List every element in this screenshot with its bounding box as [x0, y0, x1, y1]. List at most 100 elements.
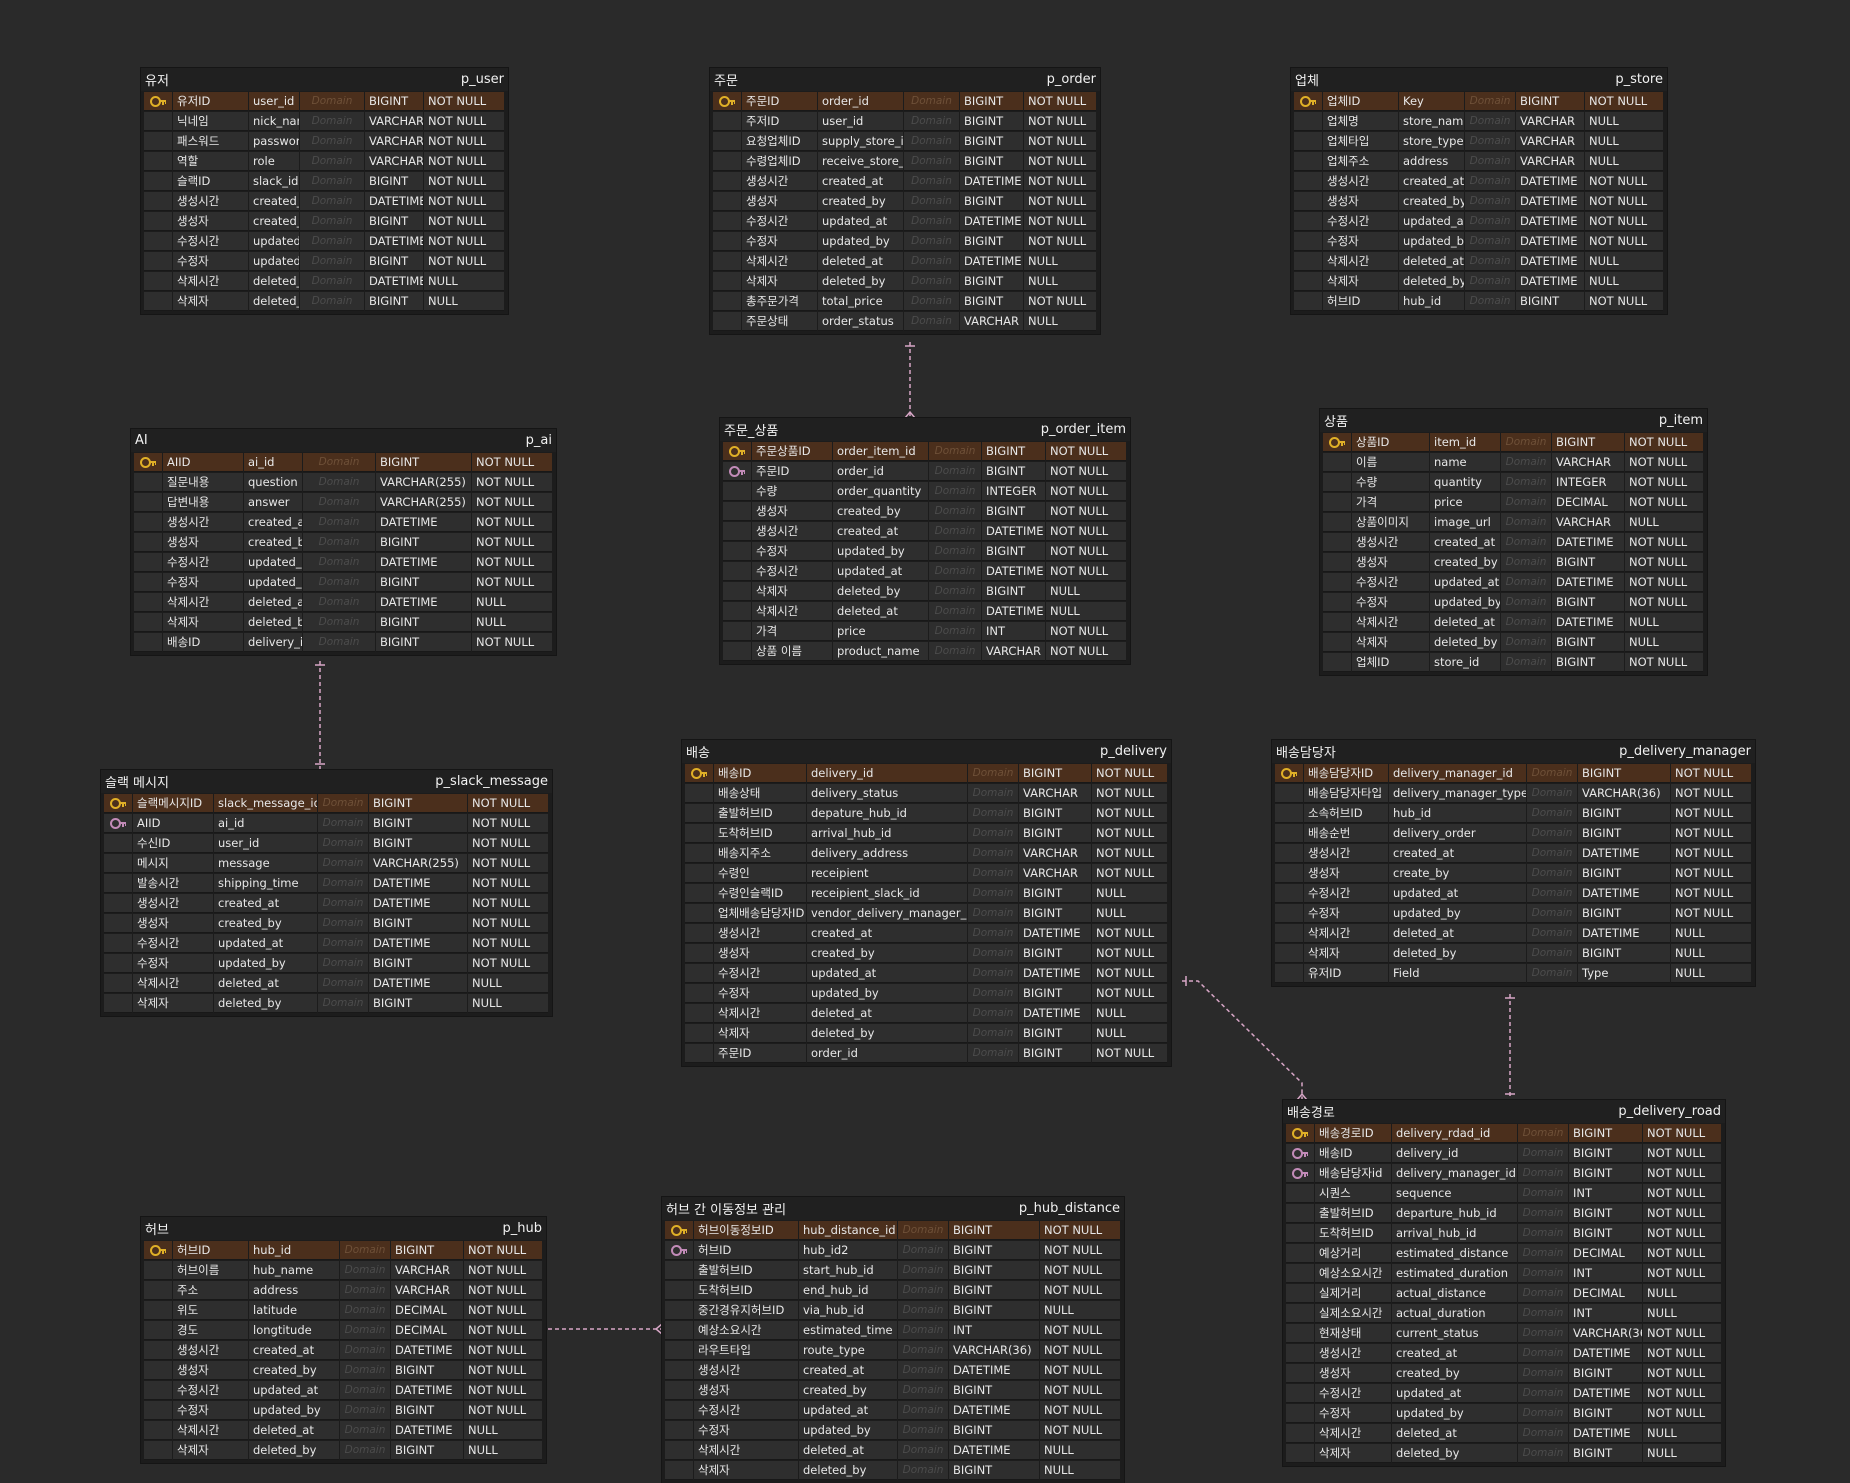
attribute-row[interactable]: 생성자created_byDomainBIGINTNOT NULL — [144, 1360, 543, 1380]
entity-p-store[interactable]: 업체 p_store 업체ID Key Domain BIGINT NOT NULL 업체명 s… — [1291, 68, 1667, 314]
attribute-row[interactable]: 주문ID order_id Domain BIGINT NOT NULL — [685, 1043, 1168, 1063]
attribute-row[interactable]: 생성시간created_atDomainDATETIMENOT NULL — [713, 171, 1097, 191]
attribute-row[interactable]: 수정자updated_byDomainBIGINTNOT NULL — [144, 251, 505, 271]
attribute-row[interactable]: 삭제시간deleted_atDomainDATETIMENULL — [1286, 1423, 1722, 1443]
attribute-row[interactable]: 업체ID Key Domain BIGINT NOT NULL — [1294, 91, 1664, 111]
attribute-row[interactable]: AIID ai_id Domain BIGINT NOT NULL — [134, 452, 553, 472]
attribute-row[interactable]: 수량 order_quantity Domain INTEGER NOT NULL — [723, 481, 1127, 501]
attribute-row[interactable]: 생성시간created_atDomainDATETIMENOT NULL — [1294, 171, 1664, 191]
attribute-row[interactable]: 수령인 receipient Domain VARCHAR NOT NULL — [685, 863, 1168, 883]
attribute-row[interactable]: 업체명 store_name Domain VARCHAR NULL — [1294, 111, 1664, 131]
attribute-row[interactable]: 수정시간updated_atDomainDATETIMENOT NULL — [144, 1380, 543, 1400]
attribute-row[interactable]: 답변내용 answer Domain VARCHAR(255) NOT NULL — [134, 492, 553, 512]
attribute-row[interactable]: 수정시간updated_atDomainDATETIMENOT NULL — [144, 231, 505, 251]
entity-p-delivery-road[interactable]: 배송경로 p_delivery_road 배송경로ID delivery_rdad_i… — [1283, 1100, 1725, 1466]
attribute-row[interactable]: 업체배송담당자ID vendor_delivery_manager_id Domai… — [685, 903, 1168, 923]
entity-p-slack-message[interactable]: 슬랙 메시지 p_slack_message 슬랙메시지ID slack_messag… — [101, 770, 552, 1016]
attribute-row[interactable]: 허브ID hub_id2 Domain BIGINT NOT NULL — [665, 1240, 1121, 1260]
attribute-row[interactable]: 허브ID hub_id Domain BIGINT NOT NULL — [144, 1240, 543, 1260]
attribute-row[interactable]: 총주문가격 total_price Domain BIGINT NOT NULL — [713, 291, 1097, 311]
attribute-row[interactable]: 수량 quantity Domain INTEGER NOT NULL — [1323, 472, 1704, 492]
attribute-row[interactable]: 수령인슬랙ID receipient_slack_id Domain BIGINT NU… — [685, 883, 1168, 903]
attribute-row[interactable]: 허브이름 hub_name Domain VARCHAR NOT NULL — [144, 1260, 543, 1280]
attribute-row[interactable]: 삭제자deleted_byDomainBIGINTNULL — [1286, 1443, 1722, 1463]
attribute-row[interactable]: 출발허브ID departure_hub_id Domain BIGINT NOT NU… — [1286, 1203, 1722, 1223]
attribute-row[interactable]: 수정자 updated_by Domain DATETIME NOT NULL — [1294, 231, 1664, 251]
attribute-row[interactable]: 수정시간updated_atDomainDATETIMENOT NULL — [134, 552, 553, 572]
attribute-row[interactable]: 생성자created_byDomainBIGINTNOT NULL — [104, 913, 549, 933]
attribute-row[interactable]: 수정시간updated_atDomainDATETIMENOT NULL — [713, 211, 1097, 231]
attribute-row[interactable]: 삭제시간deleted_atDomainDATETIMENULL — [144, 271, 505, 291]
attribute-row[interactable]: 삭제자 deleted_by Domain DATETIME NULL — [1294, 271, 1664, 291]
attribute-row[interactable]: 현재상태current_statusDomainVARCHAR(36)NOT N… — [1286, 1323, 1722, 1343]
attribute-row[interactable]: 수정자updated_byDomainBIGINTNOT NULL — [723, 541, 1127, 561]
attribute-row[interactable]: 생성시간created_atDomainDATETIMENOT NULL — [144, 191, 505, 211]
attribute-row[interactable]: 삭제자deleted_byDomainBIGINTNULL — [1275, 943, 1752, 963]
attribute-row[interactable]: 수정자updated_byDomainBIGINTNOT NULL — [685, 983, 1168, 1003]
attribute-row[interactable]: 패스워드passwordDomainVARCHARNOT NULL — [144, 131, 505, 151]
entity-p-ai[interactable]: AI p_ai AIID ai_id Domain BIGINT NOT NULL 질문내용 q… — [131, 429, 556, 655]
attribute-row[interactable]: 수정시간updated_atDomainDATETIMENOT NULL — [1275, 883, 1752, 903]
attribute-row[interactable]: 삭제시간deleted_atDomainDATETIMENULL — [144, 1420, 543, 1440]
attribute-row[interactable]: 수정자updated_byDomainBIGINTNOT NULL — [1275, 903, 1752, 923]
attribute-row[interactable]: 삭제자deleted_byDomainBIGINTNULL — [104, 993, 549, 1013]
attribute-row[interactable]: 도착허브ID end_hub_id Domain BIGINT NOT NULL — [665, 1280, 1121, 1300]
entity-p-delivery[interactable]: 배송 p_delivery 배송ID delivery_id Domain BIGINT N… — [682, 740, 1171, 1066]
entity-p-hub[interactable]: 허브 p_hub 허브ID hub_id Domain BIGINT NOT NULL 허브이… — [141, 1217, 546, 1463]
attribute-row[interactable]: 삭제시간deleted_atDomainDATETIMENULL — [134, 592, 553, 612]
attribute-row[interactable]: 생성자 create_by Domain BIGINT NOT NULL — [1275, 863, 1752, 883]
attribute-row[interactable]: 주문상품ID order_item_id Domain BIGINT NOT NULL — [723, 441, 1127, 461]
attribute-row[interactable]: 예상소요시간 estimated_time Domain INT NOT NULL — [665, 1320, 1121, 1340]
attribute-row[interactable]: 수정시간updated_atDomainDATETIMENOT NULL — [1286, 1383, 1722, 1403]
attribute-row[interactable]: 역할 role Domain VARCHAR NOT NULL — [144, 151, 505, 171]
attribute-row[interactable]: 허브이동정보ID hub_distance_id Domain BIGINT NOT N… — [665, 1220, 1121, 1240]
attribute-row[interactable]: 배송담당자타입 delivery_manager_type Domain VARCHA… — [1275, 783, 1752, 803]
attribute-row[interactable]: 상품 이름 product_name Domain VARCHAR NOT NULL — [723, 641, 1127, 661]
attribute-row[interactable]: 생성자created_byDomainBIGINTNOT NULL — [144, 211, 505, 231]
attribute-row[interactable]: 삭제자deleted_byDomainBIGINTNULL — [685, 1023, 1168, 1043]
attribute-row[interactable]: 생성자created_byDomainBIGINTNOT NULL — [1323, 552, 1704, 572]
attribute-row[interactable]: 생성자created_byDomainBIGINTNOT NULL — [134, 532, 553, 552]
attribute-row[interactable]: AIID ai_id Domain BIGINT NOT NULL — [104, 813, 549, 833]
attribute-row[interactable]: 삭제시간deleted_atDomainDATETIMENULL — [685, 1003, 1168, 1023]
attribute-row[interactable]: 슬랙메시지ID slack_message_id Domain BIGINT NOT N… — [104, 793, 549, 813]
attribute-row[interactable]: 삭제시간deleted_atDomainDATETIMENULL — [104, 973, 549, 993]
attribute-row[interactable]: 경도 longtitude Domain DECIMAL NOT NULL — [144, 1320, 543, 1340]
attribute-row[interactable]: 삭제자deleted_byDomainBIGINTNULL — [134, 612, 553, 632]
attribute-row[interactable]: 닉네임nick_nameDomainVARCHARNOT NULL — [144, 111, 505, 131]
attribute-row[interactable]: 도착허브ID arrival_hub_id Domain BIGINT NOT NULL — [1286, 1223, 1722, 1243]
attribute-row[interactable]: 실제소요시간 actual_duration Domain INT NULL — [1286, 1303, 1722, 1323]
attribute-row[interactable]: 시퀀스 sequence Domain INT NOT NULL — [1286, 1183, 1722, 1203]
attribute-row[interactable]: 생성시간created_atDomainDATETIMENOT NULL — [1286, 1343, 1722, 1363]
attribute-row[interactable]: 업체ID store_id Domain BIGINT NOT NULL — [1323, 652, 1704, 672]
attribute-row[interactable]: 배송상태 delivery_status Domain VARCHAR NOT NULL — [685, 783, 1168, 803]
attribute-row[interactable]: 수정자updated_byDomainBIGINTNOT NULL — [665, 1420, 1121, 1440]
attribute-row[interactable]: 슬랙ID slack_id Domain BIGINT NOT NULL — [144, 171, 505, 191]
attribute-row[interactable]: 삭제자deleted_byDomainBIGINTNULL — [665, 1460, 1121, 1480]
attribute-row[interactable]: 예상거리 estimated_distance Domain DECIMAL NOT N… — [1286, 1243, 1722, 1263]
attribute-row[interactable]: 생성자created_byDomainBIGINTNOT NULL — [685, 943, 1168, 963]
attribute-row[interactable]: 유저ID Field Domain Type NULL — [1275, 963, 1752, 983]
attribute-row[interactable]: 수정시간updated_atDomainDATETIMENOT NULL — [665, 1400, 1121, 1420]
attribute-row[interactable]: 발송시간 shipping_time Domain DATETIME NOT NULL — [104, 873, 549, 893]
attribute-row[interactable]: 메시지 message Domain VARCHAR(255) NOT NULL — [104, 853, 549, 873]
attribute-row[interactable]: 생성시간created_atDomainDATETIMENOT NULL — [665, 1360, 1121, 1380]
attribute-row[interactable]: 배송경로ID delivery_rdad_id Domain BIGINT NOT NU… — [1286, 1123, 1722, 1143]
attribute-row[interactable]: 생성시간created_atDomainDATETIMENOT NULL — [1323, 532, 1704, 552]
attribute-row[interactable]: 삭제시간deleted_atDomainDATETIMENULL — [713, 251, 1097, 271]
attribute-row[interactable]: 출발허브ID start_hub_id Domain BIGINT NOT NULL — [665, 1260, 1121, 1280]
attribute-row[interactable]: 소속허브ID hub_id Domain BIGINT NOT NULL — [1275, 803, 1752, 823]
attribute-row[interactable]: 삭제시간deleted_atDomainDATETIMENULL — [665, 1440, 1121, 1460]
attribute-row[interactable]: 배송IDdelivery_idDomainBIGINTNOT NULL — [1286, 1143, 1722, 1163]
attribute-row[interactable]: 상품이미지 image_url Domain VARCHAR NULL — [1323, 512, 1704, 532]
attribute-row[interactable]: 주소 address Domain VARCHAR NOT NULL — [144, 1280, 543, 1300]
attribute-row[interactable]: 수정시간updated_atDomainDATETIMENOT NULL — [1294, 211, 1664, 231]
attribute-row[interactable]: 삭제자deleted_byDomainBIGINTNULL — [144, 1440, 543, 1460]
attribute-row[interactable]: 삭제자deleted_byDomainBIGINTNULL — [144, 291, 505, 311]
attribute-row[interactable]: 수정시간updated_atDomainDATETIMENOT NULL — [1323, 572, 1704, 592]
attribute-row[interactable]: 수신ID user_id Domain BIGINT NOT NULL — [104, 833, 549, 853]
attribute-row[interactable]: 수정자updated_byDomainBIGINTNOT NULL — [134, 572, 553, 592]
attribute-row[interactable]: 상품ID item_id Domain BIGINT NOT NULL — [1323, 432, 1704, 452]
attribute-row[interactable]: 수정자updated_byDomainBIGINTNOT NULL — [144, 1400, 543, 1420]
attribute-row[interactable]: 수령업체IDreceive_store_idDomainBIGINTNOT NU… — [713, 151, 1097, 171]
